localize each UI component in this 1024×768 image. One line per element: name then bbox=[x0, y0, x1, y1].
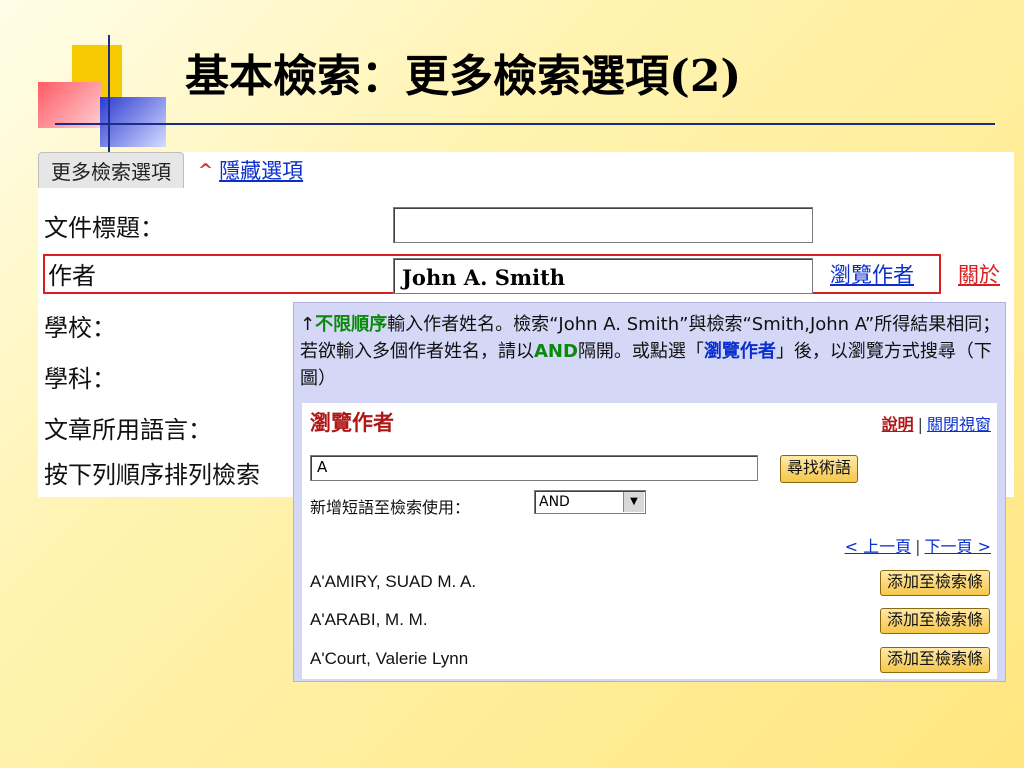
options-tab-header: 更多檢索選項 ^ 隱藏選項 bbox=[38, 152, 303, 188]
operator-select[interactable]: AND ▼ bbox=[534, 490, 646, 514]
browse-authors-link[interactable]: 瀏覽作者 bbox=[830, 259, 914, 289]
browse-window-links: 說明 | 關閉視窗 bbox=[882, 411, 991, 435]
sort-order-label: 按下列順序排列檢索 bbox=[44, 461, 260, 489]
and-emphasis: AND bbox=[534, 341, 578, 362]
author-label: 作者 bbox=[48, 262, 96, 290]
up-arrow-icon: ↑ bbox=[300, 314, 316, 335]
school-label: 學校： bbox=[44, 314, 116, 342]
add-phrase-label: 新增短語至檢索使用： bbox=[310, 498, 471, 517]
author-help-text: ↑不限順序輸入作者姓名。檢索“John A. Smith”與檢索“Smith,J… bbox=[300, 311, 1005, 392]
result-row: A'Court, Valerie Lynn 添加至檢索條 bbox=[310, 645, 996, 675]
close-window-link[interactable]: 關閉視窗 bbox=[927, 415, 991, 434]
hide-options-link[interactable]: 隱藏選項 bbox=[219, 155, 303, 185]
document-title-label: 文件標題： bbox=[44, 214, 164, 242]
term-search-input[interactable]: A bbox=[310, 455, 758, 481]
document-title-input[interactable] bbox=[393, 207, 813, 243]
logo-red-square bbox=[38, 82, 102, 128]
add-to-search-button[interactable]: 添加至檢索條 bbox=[879, 608, 990, 634]
dropdown-arrow-icon[interactable]: ▼ bbox=[623, 492, 644, 512]
next-page-link[interactable]: 下一頁 > bbox=[925, 537, 992, 556]
pager-separator: | bbox=[915, 537, 921, 556]
result-row: A'ARABI, M. M. 添加至檢索條 bbox=[310, 606, 996, 636]
author-name: A'ARABI, M. M. bbox=[310, 610, 428, 629]
author-name: A'Court, Valerie Lynn bbox=[310, 649, 469, 668]
more-options-tab[interactable]: 更多檢索選項 bbox=[38, 152, 184, 188]
author-name: A'AMIRY, SUAD M. A. bbox=[310, 572, 477, 591]
prev-page-link[interactable]: < 上一頁 bbox=[845, 537, 912, 556]
author-input[interactable]: John A. Smith bbox=[393, 258, 813, 294]
no-order-emphasis: 不限順序 bbox=[315, 314, 388, 335]
slide-title: 基本檢索：更多檢索選項(2) bbox=[185, 51, 742, 102]
help-text-part2: 隔開。或點選「 bbox=[577, 341, 704, 362]
add-to-search-button[interactable]: 添加至檢索條 bbox=[879, 647, 990, 673]
logo-vertical-line bbox=[108, 35, 110, 155]
add-to-search-button[interactable]: 添加至檢索條 bbox=[879, 570, 990, 596]
browse-emphasis: 瀏覽作者 bbox=[703, 341, 776, 362]
link-separator: | bbox=[917, 415, 923, 434]
caret-up-icon[interactable]: ^ bbox=[198, 160, 213, 181]
pagination: < 上一頁 | 下一頁 > bbox=[845, 533, 991, 557]
operator-selected-value: AND bbox=[539, 494, 570, 510]
language-label: 文章所用語言： bbox=[44, 416, 212, 444]
browse-authors-window: 瀏覽作者 說明 | 關閉視窗 A 尋找術語 新增短語至檢索使用： AND ▼ < 上… bbox=[302, 403, 997, 679]
help-link[interactable]: 說明 bbox=[882, 415, 914, 434]
browse-window-title: 瀏覽作者 bbox=[310, 411, 394, 435]
result-row: A'AMIRY, SUAD M. A. 添加至檢索條 bbox=[310, 568, 996, 598]
title-underline bbox=[55, 123, 995, 125]
about-link[interactable]: 關於 bbox=[958, 259, 1000, 289]
help-overlay: ↑不限順序輸入作者姓名。檢索“John A. Smith”與檢索“Smith,J… bbox=[293, 302, 1006, 682]
find-term-button[interactable]: 尋找術語 bbox=[780, 455, 859, 483]
subject-label: 學科： bbox=[44, 365, 116, 393]
